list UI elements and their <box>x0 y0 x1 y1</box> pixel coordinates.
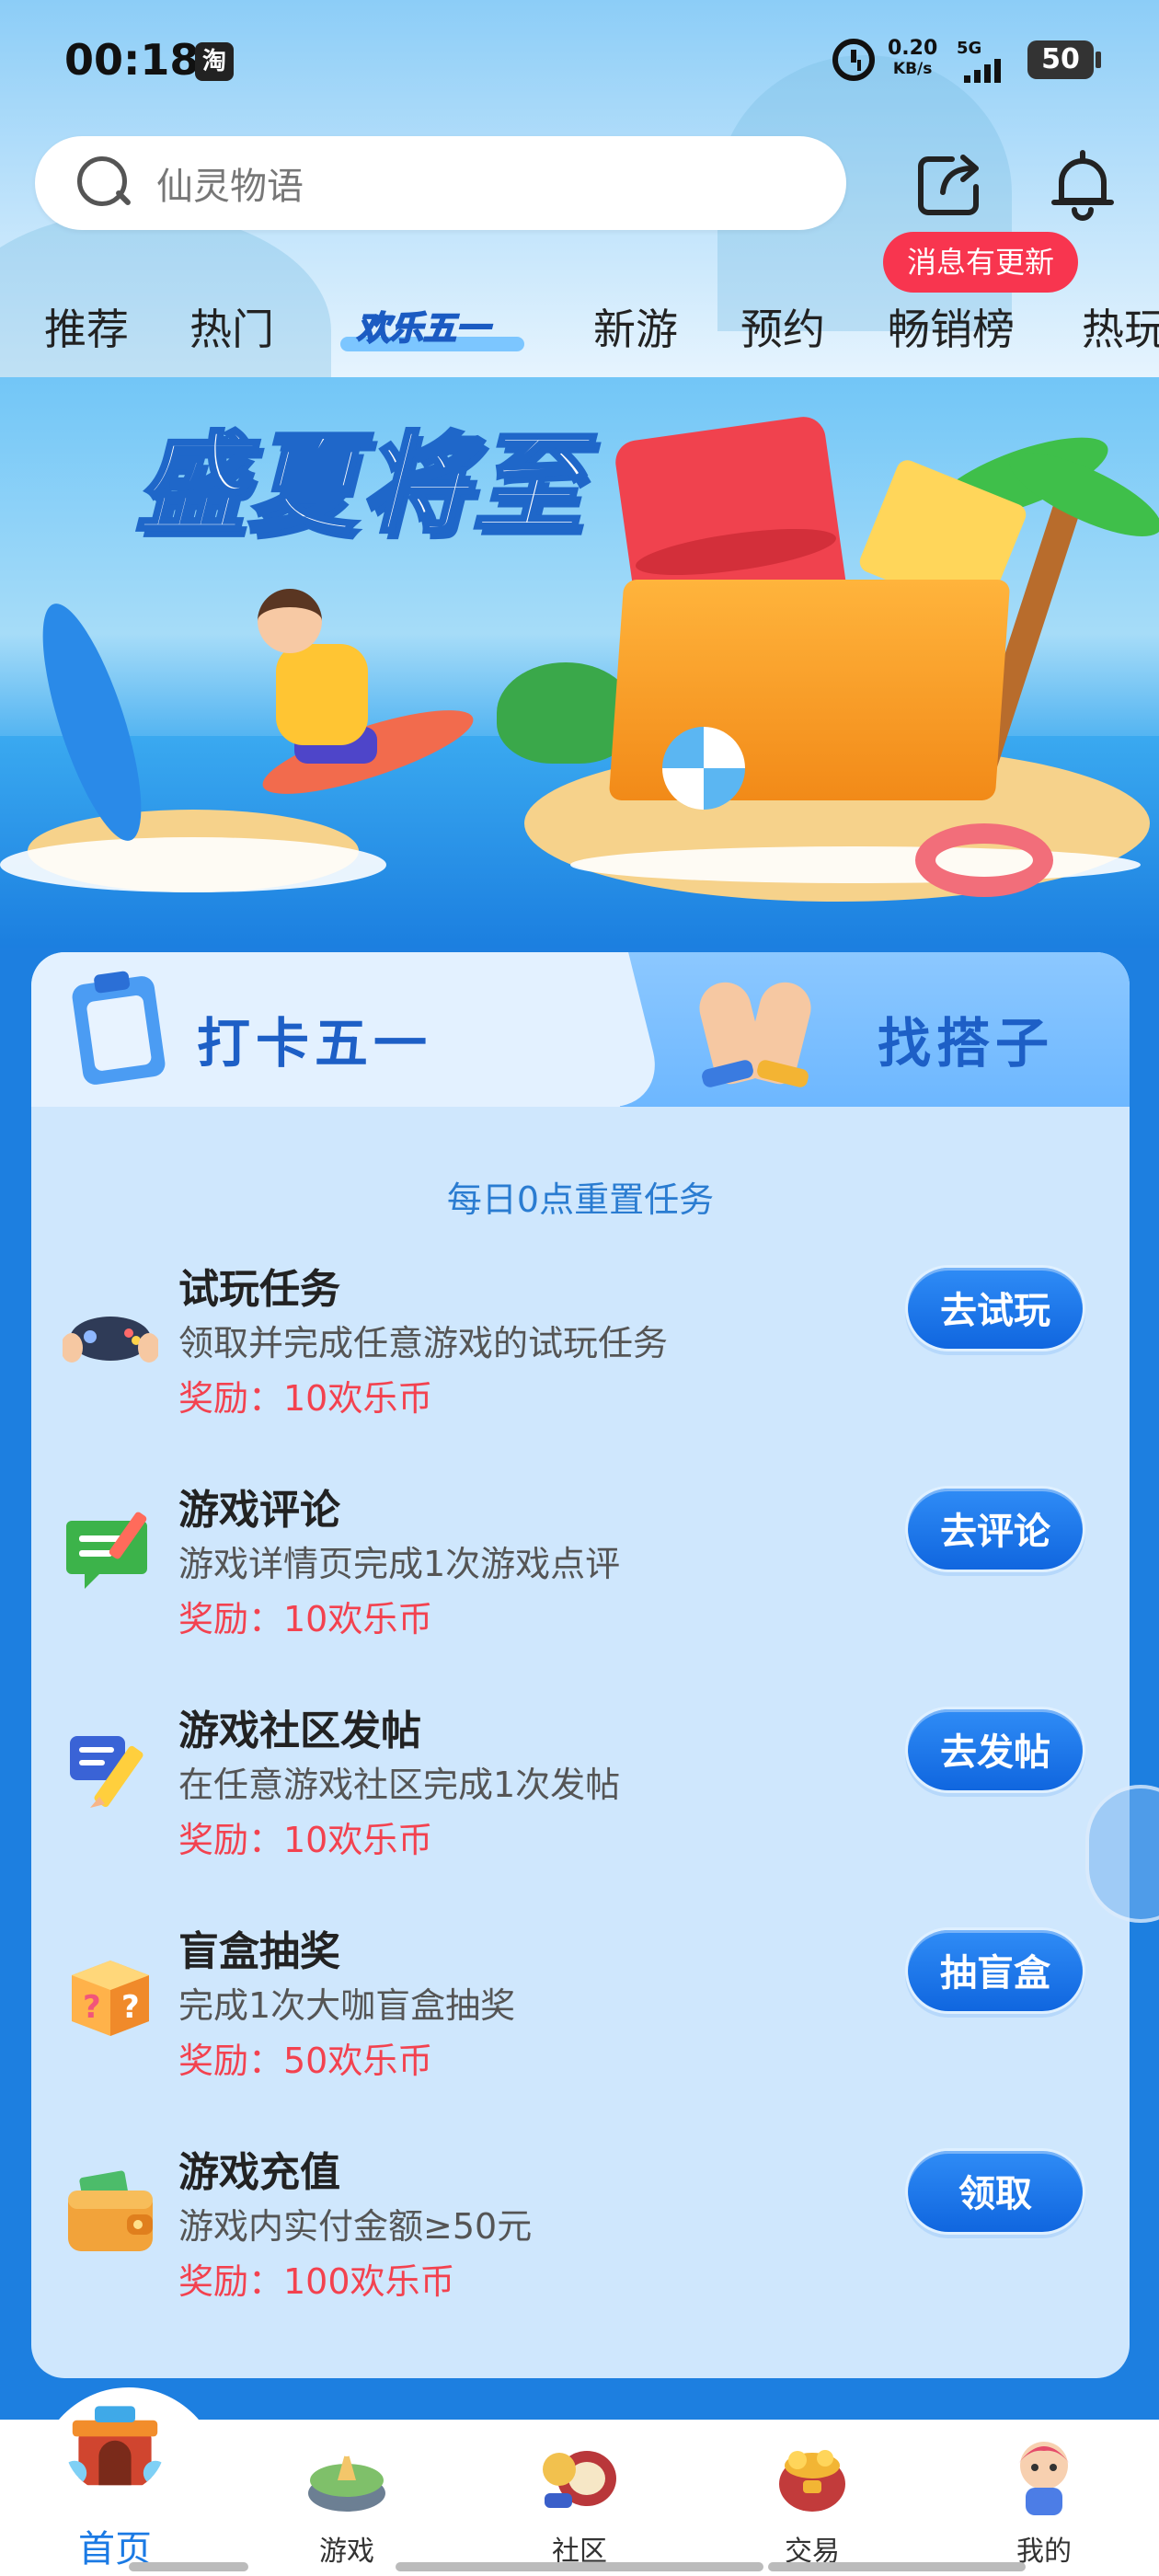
task-title: 游戏充值 <box>178 2149 340 2196</box>
status-bar: 00:18 淘 0.20 KB/s 5G 50 <box>0 0 1159 120</box>
mine-avatar-icon <box>1018 2442 1070 2515</box>
net-speed: 0.20 KB/s <box>888 39 937 79</box>
task-reward: 奖励：100欢乐币 <box>178 2261 455 2302</box>
task-card: 找搭子 打卡五一 每日0点重置任务 试玩任务 领取并完成任意游戏的试玩任务 奖励… <box>31 952 1130 2378</box>
nav-mine[interactable]: 我的 <box>966 2420 1122 2576</box>
mystery-box-icon: ? ? <box>72 1961 149 2036</box>
signal-icon: 5G <box>957 39 1016 83</box>
status-time: 00:18 <box>64 35 200 85</box>
task-row: 游戏社区发帖 在任意游戏社区完成1次发帖 奖励：10欢乐币 去发帖 <box>31 1697 1130 1918</box>
tab-reservation[interactable]: 预约 <box>740 296 825 357</box>
surfer-image <box>258 589 322 653</box>
tab-recommend[interactable]: 推荐 <box>44 296 129 357</box>
alarm-icon <box>832 39 875 81</box>
comment-button[interactable]: 去评论 <box>905 1486 1085 1572</box>
games-island-icon <box>308 2442 385 2512</box>
surfer-image <box>276 644 368 745</box>
header-area: 00:18 淘 0.20 KB/s 5G 50 仙灵物语 消息有更新 推荐 热门… <box>0 0 1159 377</box>
taobao-app-icon: 淘 <box>195 42 234 81</box>
tab-new-games[interactable]: 新游 <box>593 296 678 357</box>
community-drum-icon <box>543 2451 616 2508</box>
tab-hot[interactable]: 热门 <box>189 296 274 357</box>
swim-ring-image <box>915 823 1053 897</box>
net-speed-unit: KB/s <box>892 60 933 78</box>
bottom-nav: 首页 游戏 社区 交易 我的 <box>0 2406 1159 2576</box>
tab-hot-play[interactable]: 热玩 <box>1082 296 1159 357</box>
share-icon[interactable] <box>915 150 984 219</box>
tab-find-partner[interactable]: 找搭子 <box>592 952 1130 1107</box>
task-row: 游戏充值 游戏内实付金额≥50元 奖励：100欢乐币 领取 <box>31 2139 1130 2360</box>
home-indicator <box>768 2562 1026 2571</box>
search-icon <box>74 153 134 213</box>
banner-title: 盛夏将至 <box>134 419 586 549</box>
task-description: 领取并完成任意游戏的试玩任务 <box>178 1323 669 1363</box>
home-indicator <box>396 2562 763 2571</box>
tab-checkin-label: 打卡五一 <box>197 1012 433 1075</box>
search-bar[interactable]: 仙灵物语 <box>35 136 846 230</box>
battery-icon: 50 <box>1027 40 1101 79</box>
nav-home[interactable]: 首页 <box>37 2392 193 2570</box>
network-type: 5G <box>957 39 982 58</box>
home-gate-icon <box>64 2406 166 2486</box>
task-reward: 奖励：50欢乐币 <box>178 2041 433 2081</box>
promo-banner[interactable]: 盛夏将至 <box>0 377 1159 948</box>
beach-ball-image <box>662 727 745 810</box>
task-row: 试玩任务 领取并完成任意游戏的试玩任务 奖励：10欢乐币 去试玩 <box>31 1256 1130 1477</box>
svg-text:?: ? <box>121 1989 140 2026</box>
task-reward: 奖励：10欢乐币 <box>178 1820 433 1860</box>
post-pencil-icon <box>70 1736 143 1808</box>
reset-note: 每日0点重置任务 <box>446 1179 715 1220</box>
tab-bestseller[interactable]: 畅销榜 <box>888 296 1015 357</box>
foam-decoration <box>570 846 1141 883</box>
category-tabs: 推荐 热门 欢乐五一 新游 预约 畅销榜 热玩 <box>0 285 1159 368</box>
task-row: ? ? 盲盒抽奖 完成1次大咖盲盒抽奖 奖励：50欢乐币 抽盲盒 <box>31 1918 1130 2139</box>
trade-treasure-icon <box>779 2450 845 2512</box>
task-reward: 奖励：10欢乐币 <box>178 1599 433 1639</box>
tab-may-day-event[interactable]: 欢乐五一 <box>340 285 534 359</box>
bell-icon[interactable] <box>1049 147 1118 221</box>
try-play-button[interactable]: 去试玩 <box>905 1265 1085 1351</box>
comment-pencil-icon <box>66 1512 147 1589</box>
notification-badge[interactable]: 消息有更新 <box>883 232 1079 293</box>
task-title: 游戏社区发帖 <box>178 1708 421 1754</box>
task-title: 游戏评论 <box>178 1487 340 1534</box>
task-title: 盲盒抽奖 <box>178 1928 340 1975</box>
task-row: 游戏评论 游戏详情页完成1次游戏点评 奖励：10欢乐币 去评论 <box>31 1477 1130 1697</box>
search-input[interactable]: 仙灵物语 <box>156 156 304 210</box>
task-reward: 奖励：10欢乐币 <box>178 1378 433 1419</box>
blind-box-button[interactable]: 抽盲盒 <box>905 1927 1085 2014</box>
task-description: 游戏详情页完成1次游戏点评 <box>178 1544 621 1584</box>
card-tabs: 找搭子 打卡五一 <box>31 952 1130 1107</box>
svg-text:?: ? <box>83 1989 101 2026</box>
task-title: 试玩任务 <box>178 1266 340 1313</box>
tab-find-partner-label: 找搭子 <box>878 1012 1055 1075</box>
task-description: 在任意游戏社区完成1次发帖 <box>178 1765 621 1805</box>
claim-button[interactable]: 领取 <box>905 2148 1085 2235</box>
home-indicator <box>129 2562 248 2571</box>
tab-checkin-may-day[interactable]: 打卡五一 <box>31 952 620 1107</box>
net-speed-value: 0.20 <box>888 37 938 60</box>
nav-trade[interactable]: 交易 <box>734 2420 890 2576</box>
wallet-icon <box>68 2170 153 2251</box>
tab-may-day-label: 欢乐五一 <box>356 309 490 349</box>
clapping-hands-icon <box>694 972 818 1092</box>
task-description: 完成1次大咖盲盒抽奖 <box>178 1985 516 2026</box>
post-button[interactable]: 去发帖 <box>905 1707 1085 1793</box>
checklist-icon <box>70 974 167 1087</box>
gamepad-icon <box>63 1317 158 1363</box>
task-description: 游戏内实付金额≥50元 <box>178 2206 533 2247</box>
nav-games[interactable]: 游戏 <box>269 2420 425 2576</box>
foam-decoration <box>0 837 386 892</box>
nav-community[interactable]: 社区 <box>501 2420 658 2576</box>
